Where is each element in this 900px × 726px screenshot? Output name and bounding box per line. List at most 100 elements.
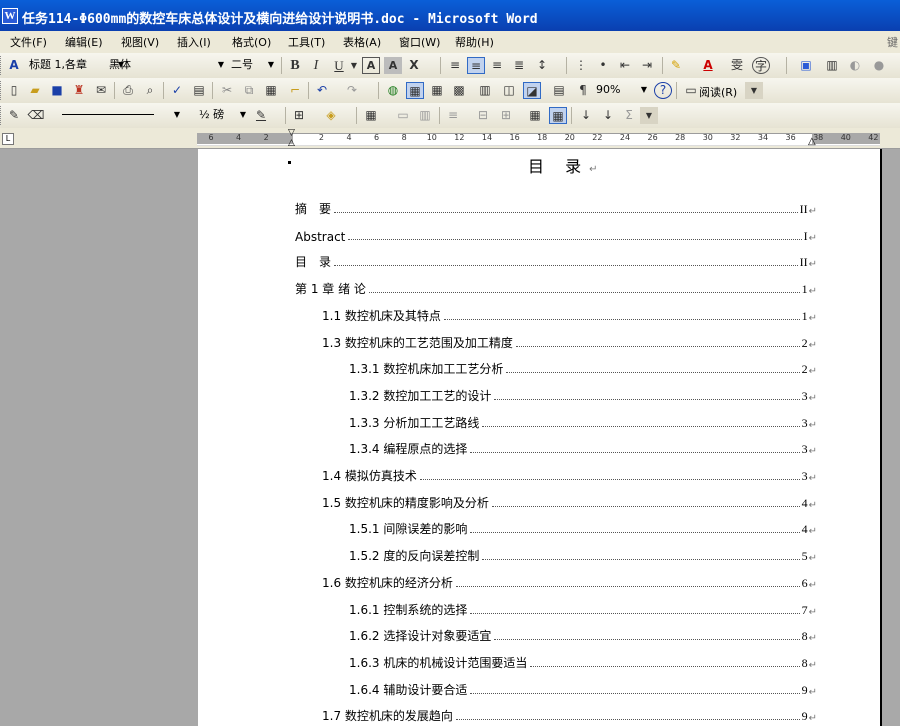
permission-icon[interactable]: ♜ <box>70 82 88 99</box>
toc-entry[interactable]: 1.5.1 间隙误差的影响 4 ↵ <box>349 519 817 537</box>
toc-entry[interactable]: 1.6 数控机床的经济分析 6 ↵ <box>322 573 817 591</box>
toc-entry[interactable]: 1.6.4 辅助设计要合适 9 ↵ <box>349 680 817 698</box>
tab-selector-icon[interactable]: L <box>2 133 14 145</box>
toc-entry[interactable]: 1.1 数控机床及其特点 1 ↵ <box>322 306 817 324</box>
columns-button-icon[interactable]: ▥ <box>476 82 494 99</box>
show-hide-marks-icon[interactable]: ¶ <box>574 82 592 99</box>
read-mode-label[interactable]: 阅读(R) <box>699 84 737 100</box>
italic-button[interactable]: I <box>307 57 325 74</box>
toc-entry[interactable]: 1.5 数控机床的精度影响及分析 4 ↵ <box>322 493 817 511</box>
first-line-indent-icon[interactable]: ▽ <box>288 128 295 138</box>
circle-icon[interactable]: ● <box>870 57 888 74</box>
redo-icon[interactable]: ↷ <box>343 82 361 99</box>
hyperlink-icon[interactable]: ◍ <box>384 82 402 99</box>
char-shading-icon[interactable]: A <box>384 57 402 74</box>
toc-entry[interactable]: 1.5.2 度的反向误差控制 5 ↵ <box>349 546 817 564</box>
toolbar-options-icon[interactable]: ▼ <box>745 82 763 99</box>
distribute-cols-icon[interactable]: ⊞ <box>497 107 515 124</box>
print-preview-icon[interactable]: ⌕ <box>141 82 159 99</box>
toc-entry[interactable]: 1.3.3 分析加工工艺路线 3 ↵ <box>349 413 817 431</box>
hanging-indent-icon[interactable]: △ <box>288 138 295 148</box>
menu-view[interactable]: 视图(V) <box>121 34 159 50</box>
line-spacing-icon[interactable]: ↕ <box>533 57 551 74</box>
toc-entry[interactable]: 1.6.2 选择设计对象要适宜 8 ↵ <box>349 626 817 644</box>
merge-cells-icon[interactable]: ▭ <box>394 107 412 124</box>
align-right-icon[interactable]: ≡ <box>488 57 506 74</box>
enclose-char-icon[interactable]: 字 <box>752 57 770 74</box>
insert-picture-icon[interactable]: ▣ <box>797 57 815 74</box>
decrease-indent-icon[interactable]: ⇤ <box>616 57 634 74</box>
draw-table-icon[interactable]: ✎ <box>5 107 23 124</box>
menu-insert[interactable]: 插入(I) <box>177 34 211 50</box>
menu-format[interactable]: 格式(O) <box>232 34 271 50</box>
menu-table[interactable]: 表格(A) <box>343 34 381 50</box>
menu-help[interactable]: 帮助(H) <box>455 34 494 50</box>
open-folder-icon[interactable]: ▰ <box>26 82 44 99</box>
save-icon[interactable]: ■ <box>48 82 66 99</box>
bullets-icon[interactable]: • <box>594 57 612 74</box>
zoom-combo[interactable]: 90% ▼ <box>593 82 649 99</box>
right-indent-icon[interactable]: △ <box>808 136 816 147</box>
insert-excel-icon[interactable]: ▩ <box>450 82 468 99</box>
highlight-icon[interactable]: ✎ <box>667 57 685 74</box>
spelling-icon[interactable]: ✓ <box>168 82 186 99</box>
align-justify-icon[interactable]: ≡ <box>446 57 464 74</box>
border-color-icon[interactable]: ✎ <box>252 107 270 124</box>
autosum-icon[interactable]: Σ <box>620 107 638 124</box>
split-cells-icon[interactable]: ▥ <box>416 107 434 124</box>
align-center-icon[interactable]: ≡ <box>467 57 485 74</box>
styles-pane-icon[interactable]: A <box>5 57 23 74</box>
toc-entry[interactable]: Abstract I ↵ <box>295 226 817 244</box>
char-scale-icon[interactable]: X <box>405 57 423 74</box>
sort-descending-icon[interactable]: ↓ <box>599 107 617 124</box>
toc-entry[interactable]: 摘 要 II ↵ <box>295 199 817 217</box>
ask-question-hint[interactable]: 键 <box>887 34 898 50</box>
outside-border-icon[interactable]: ⊞ <box>290 107 308 124</box>
toc-entry[interactable]: 1.6.1 控制系统的选择 7 ↵ <box>349 600 817 618</box>
drawing-toggle-icon[interactable]: ◫ <box>500 82 518 99</box>
format-painter-icon[interactable]: ⌐ <box>286 82 304 99</box>
eraser-icon[interactable]: ⌫ <box>27 107 45 124</box>
sort-ascending-icon[interactable]: ↓ <box>577 107 595 124</box>
line-weight-combo[interactable]: ½ 磅 ▼ <box>196 107 248 124</box>
shading-color-icon[interactable]: ◈ <box>322 107 340 124</box>
font-color-icon[interactable]: A <box>699 57 717 74</box>
toc-entry[interactable]: 1.3.2 数控加工工艺的设计 3 ↵ <box>349 386 817 404</box>
numbering-icon[interactable]: ⋮ <box>572 57 590 74</box>
menu-window[interactable]: 窗口(W) <box>399 34 440 50</box>
email-icon[interactable]: ✉ <box>92 82 110 99</box>
phonetic-guide-icon[interactable]: 雯 <box>728 57 746 74</box>
char-border-icon[interactable]: A <box>362 57 380 74</box>
columns-icon[interactable]: ▥ <box>823 57 841 74</box>
toc-title[interactable]: 目 录↵ <box>528 153 597 177</box>
menu-tools[interactable]: 工具(T) <box>288 34 325 50</box>
toc-entry[interactable]: 1.4 模拟仿真技术 3 ↵ <box>322 466 817 484</box>
help-icon[interactable]: ? <box>654 82 672 99</box>
bold-button[interactable]: B <box>286 57 304 74</box>
document-map-pane[interactable] <box>0 149 198 726</box>
toc-entry[interactable]: 1.3 数控机床的工艺范围及加工精度 2 ↵ <box>322 333 817 351</box>
toc-entry[interactable]: 1.3.4 编程原点的选择 3 ↵ <box>349 439 817 457</box>
cut-icon[interactable]: ✂ <box>218 82 236 99</box>
toolbar-grip[interactable] <box>0 106 4 125</box>
line-style-combo[interactable]: ▼ <box>56 107 182 124</box>
toolbar-options-icon[interactable]: ▼ <box>640 107 658 124</box>
distributed-align-icon[interactable]: ≣ <box>510 57 528 74</box>
increase-indent-icon[interactable]: ⇥ <box>638 57 656 74</box>
table-autoformat-icon[interactable]: ▦ <box>526 107 544 124</box>
toc-entry[interactable]: 1.3.1 数控机床加工工艺分析 2 ↵ <box>349 359 817 377</box>
menu-edit[interactable]: 编辑(E) <box>65 34 103 50</box>
insert-table2-icon[interactable]: ▦ <box>362 107 380 124</box>
show-gridlines-icon[interactable]: ▦ <box>549 107 567 124</box>
undo-icon[interactable]: ↶ <box>313 82 331 99</box>
horizontal-ruler[interactable]: L 6 4 2 2 4 6 8 10 12 14 16 18 20 22 24 26 28 30 32 34 36 38 4… <box>0 128 900 149</box>
toc-entry[interactable]: 1.7 数控机床的发展趋向 9 ↵ <box>322 706 817 724</box>
drawing-icon[interactable]: ◐ <box>846 57 864 74</box>
insert-table-icon[interactable]: ▦ <box>428 82 446 99</box>
cell-align-icon[interactable]: ≡ <box>444 107 462 124</box>
copy-icon[interactable]: ⧉ <box>240 82 258 99</box>
font-size-combo[interactable]: 二号 ▼ <box>228 57 276 74</box>
document-map-icon[interactable]: ◪ <box>523 82 541 99</box>
distribute-rows-icon[interactable]: ⊟ <box>474 107 492 124</box>
print-icon[interactable]: ⎙ <box>119 82 137 99</box>
